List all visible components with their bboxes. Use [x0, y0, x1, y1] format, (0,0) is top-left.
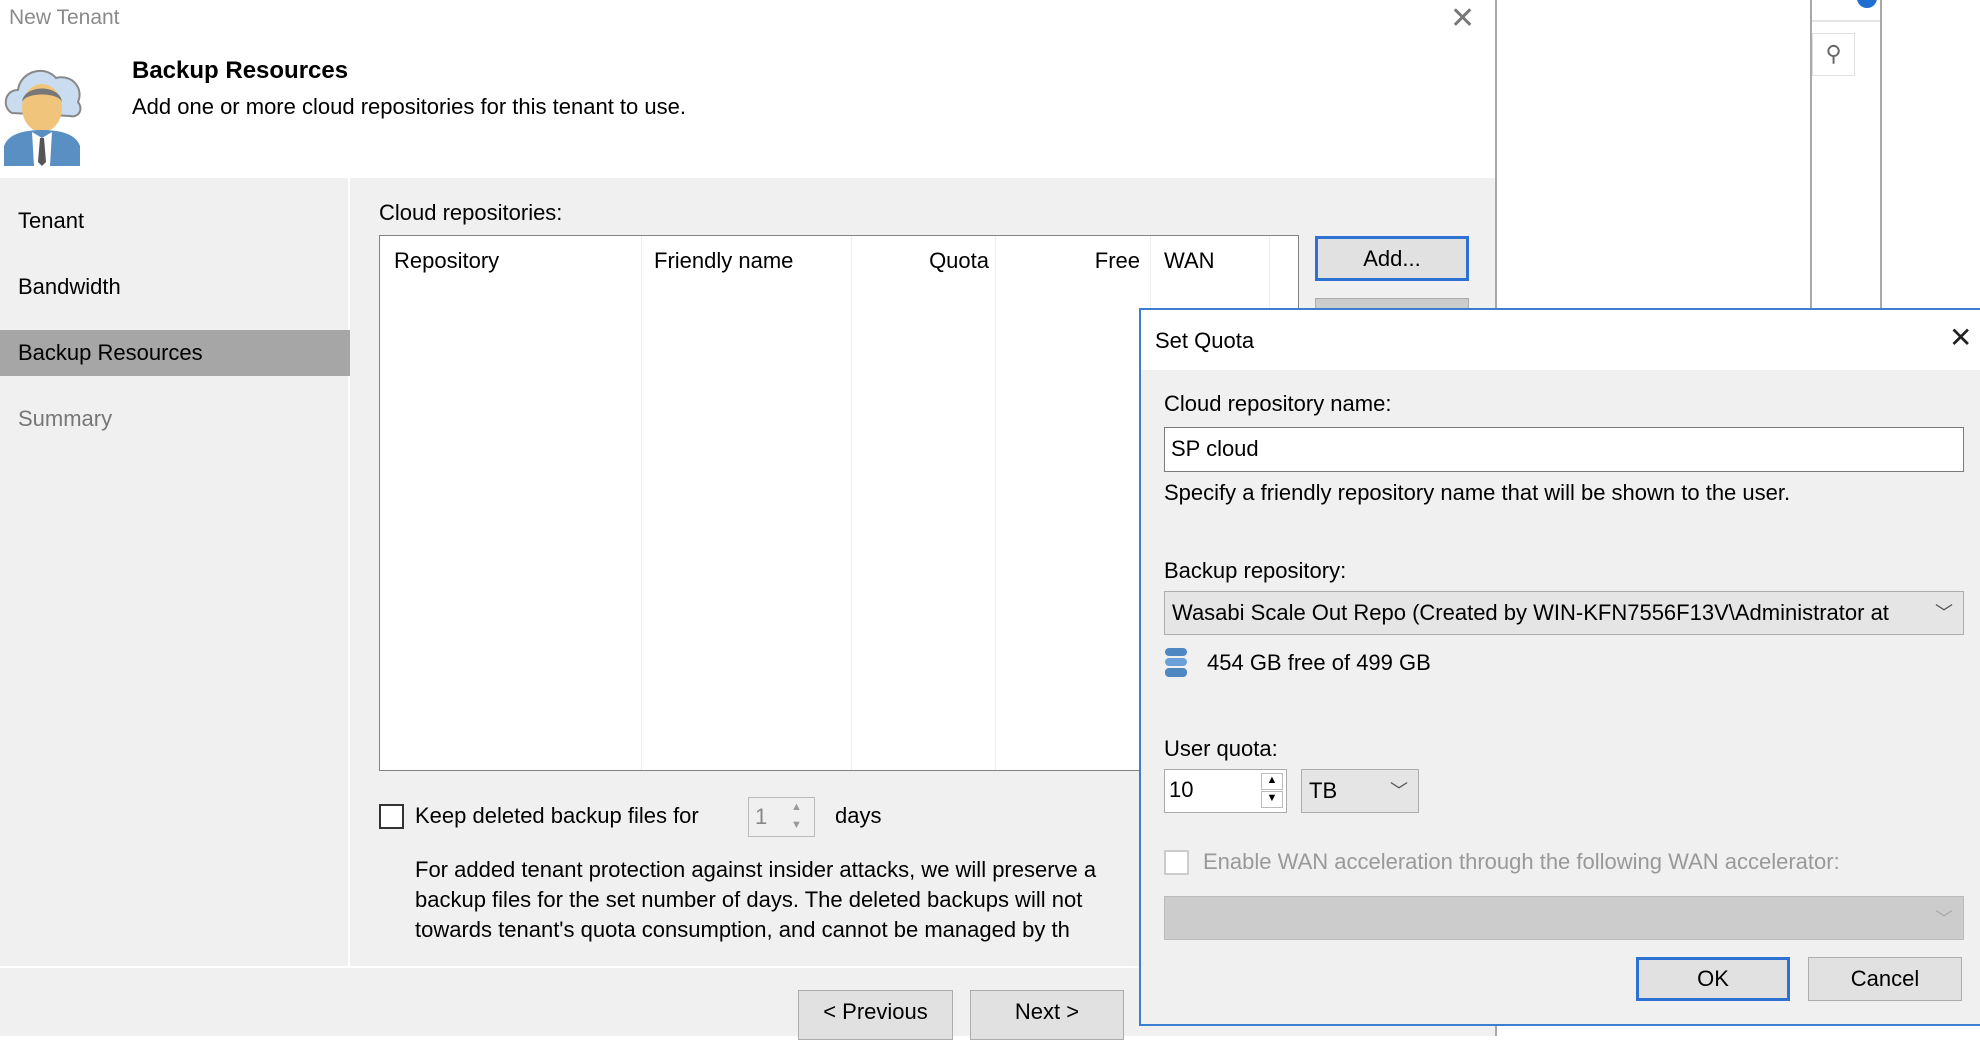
ok-button[interactable]: OK [1636, 957, 1790, 1001]
column-quota[interactable]: Quota [851, 248, 989, 274]
quota-unit-select[interactable]: TB ﹀ [1301, 769, 1419, 813]
tenant-cloud-user-icon [4, 69, 82, 166]
dialog-titlebar: Set Quota ✕ [1141, 310, 1980, 370]
window-title: New Tenant [9, 6, 120, 29]
column-repository[interactable]: Repository [394, 248, 499, 274]
column-friendly-name[interactable]: Friendly name [654, 248, 793, 274]
step-backup-resources[interactable]: Backup Resources [0, 330, 350, 376]
spin-down-icon[interactable]: ▼ [1261, 791, 1283, 808]
spin-up-icon[interactable]: ▲ [1261, 773, 1283, 790]
wan-accelerator-select[interactable]: ﹀ [1164, 896, 1964, 940]
pane-divider [1880, 0, 1882, 310]
dialog-close-icon[interactable]: ✕ [1949, 324, 1972, 352]
previous-button[interactable]: < Previous [798, 990, 953, 1040]
keep-days-value: 1 [755, 804, 768, 829]
column-divider [641, 236, 642, 770]
repository-name-input[interactable]: SP cloud [1164, 427, 1964, 472]
quota-unit-value: TB [1309, 778, 1338, 803]
set-quota-dialog: Set Quota ✕ Cloud repository name: SP cl… [1139, 308, 1980, 1026]
repository-name-hint: Specify a friendly repository name that … [1164, 480, 1791, 505]
close-icon[interactable]: ✕ [1450, 4, 1475, 34]
spin-down-icon[interactable]: ▼ [791, 819, 802, 831]
wan-acceleration-label: Enable WAN acceleration through the foll… [1203, 849, 1840, 874]
protection-line: For added tenant protection against insi… [415, 857, 1097, 882]
pane-divider [1812, 20, 1880, 22]
step-tenant[interactable]: Tenant [0, 198, 350, 244]
wizard-steps: Tenant Bandwidth Backup Resources Summar… [0, 178, 350, 966]
next-button[interactable]: Next > [970, 990, 1124, 1040]
backup-repository-select[interactable]: Wasabi Scale Out Repo (Created by WIN-KF… [1164, 591, 1964, 635]
keep-days-stepper[interactable]: 1 ▲ ▼ [748, 797, 815, 837]
user-quota-value: 10 [1169, 777, 1194, 802]
protection-line: backup files for the set number of days.… [415, 887, 1083, 912]
protection-line: towards tenant's quota consumption, and … [415, 917, 1070, 942]
cancel-button[interactable]: Cancel [1808, 957, 1962, 1001]
add-button[interactable]: Add... [1315, 236, 1469, 281]
dialog-title: Set Quota [1155, 328, 1255, 353]
spin-up-icon[interactable]: ▲ [791, 801, 802, 813]
chevron-down-icon: ﹀ [1390, 781, 1408, 801]
free-space-text: 454 GB free of 499 GB [1207, 650, 1431, 675]
page-subtitle: Add one or more cloud repositories for t… [132, 94, 686, 119]
chevron-down-icon: ﹀ [1935, 603, 1953, 623]
backup-repository-value: Wasabi Scale Out Repo (Created by WIN-KF… [1172, 600, 1889, 625]
info-icon[interactable] [1857, 0, 1877, 8]
cloud-repositories-label: Cloud repositories: [379, 200, 563, 225]
column-free[interactable]: Free [995, 248, 1140, 274]
wan-acceleration-checkbox[interactable] [1164, 850, 1189, 875]
database-icon [1165, 648, 1187, 677]
protection-description: For added tenant protection against insi… [415, 855, 1140, 945]
user-quota-label: User quota: [1164, 736, 1278, 761]
column-divider [851, 236, 852, 770]
user-quota-stepper[interactable]: 10 ▲ ▼ [1164, 769, 1287, 813]
step-bandwidth[interactable]: Bandwidth [0, 264, 350, 310]
page-title: Backup Resources [132, 57, 349, 84]
repository-name-label: Cloud repository name: [1164, 391, 1392, 416]
column-wan[interactable]: WAN [1164, 248, 1215, 274]
backup-repository-label: Backup repository: [1164, 558, 1347, 583]
column-divider [995, 236, 996, 770]
keep-deleted-label: Keep deleted backup files for [415, 803, 699, 828]
chevron-down-icon: ﹀ [1935, 909, 1953, 929]
keep-deleted-checkbox[interactable] [379, 804, 404, 829]
days-label: days [835, 803, 882, 828]
step-summary[interactable]: Summary [0, 396, 350, 442]
search-icon[interactable]: ⚲ [1812, 33, 1855, 76]
